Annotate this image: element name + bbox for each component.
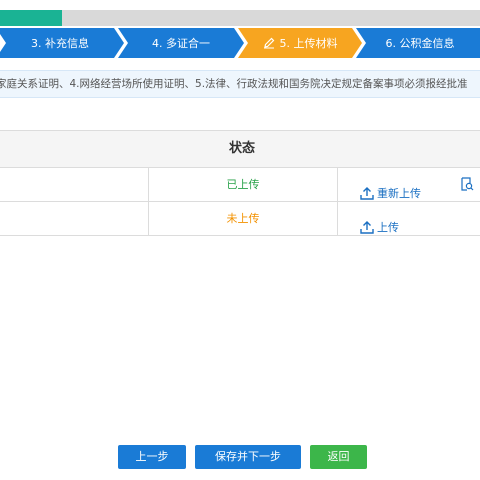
step-5[interactable]: 5. 上传材料 bbox=[238, 28, 362, 58]
step-4[interactable]: 4. 多证合一 bbox=[118, 28, 244, 58]
progress-bar bbox=[0, 10, 480, 26]
save-next-button[interactable]: 保存并下一步 bbox=[195, 445, 301, 469]
step-6-label: 6. 公积金信息 bbox=[385, 37, 455, 50]
back-button[interactable]: 返回 bbox=[310, 445, 367, 469]
prev-step-button[interactable]: 上一步 bbox=[118, 445, 186, 469]
step-bar: 3. 补充信息 4. 多证合一 5. 上传材料 6. 公积金信息 bbox=[0, 28, 480, 58]
table-header: 状态 bbox=[0, 130, 480, 168]
action-cell: 重新上传 bbox=[337, 168, 480, 201]
table-row: 已上传 重新上传 bbox=[0, 168, 480, 202]
step-3-label: 3. 补充信息 bbox=[31, 37, 89, 50]
materials-table: 状态 已上传 重新上传 未上传 上传 bbox=[0, 130, 480, 236]
progress-bar-fill bbox=[0, 10, 63, 26]
status-cell: 未上传 bbox=[148, 202, 338, 235]
table-row: 未上传 上传 bbox=[0, 202, 480, 236]
status-cell: 已上传 bbox=[148, 168, 338, 201]
step-3[interactable]: 3. 补充信息 bbox=[0, 28, 124, 58]
step-6[interactable]: 6. 公积金信息 bbox=[356, 28, 480, 58]
material-name-cell bbox=[0, 202, 148, 235]
upload-icon bbox=[360, 221, 374, 234]
upload-label: 上传 bbox=[377, 221, 399, 234]
material-name-cell bbox=[0, 168, 148, 201]
upload-icon bbox=[360, 187, 374, 200]
status-column-header: 状态 bbox=[228, 141, 255, 156]
upload-button[interactable]: 上传 bbox=[360, 211, 399, 244]
step-5-label: 5. 上传材料 bbox=[279, 37, 338, 50]
pencil-icon bbox=[263, 37, 274, 49]
upload-notice: 家庭关系证明、4.网络经营场所使用证明、5.法律、行政法规和国务院决定规定备案事… bbox=[0, 70, 480, 98]
preview-icon bbox=[461, 177, 474, 191]
step-4-label: 4. 多证合一 bbox=[152, 37, 210, 50]
notice-text: 家庭关系证明、4.网络经营场所使用证明、5.法律、行政法规和国务院决定规定备案事… bbox=[0, 78, 468, 90]
action-cell: 上传 bbox=[337, 202, 480, 235]
preview-button[interactable] bbox=[460, 177, 477, 191]
